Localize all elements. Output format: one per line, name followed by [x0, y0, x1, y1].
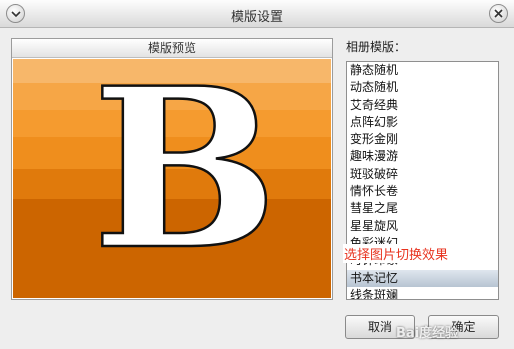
template-list-item[interactable]: 动态随机 [347, 79, 498, 96]
template-list-item[interactable]: 情怀长卷 [347, 183, 498, 200]
template-list-label: 相册模版： [346, 40, 407, 54]
template-list-item[interactable]: 彗星之尾 [347, 200, 498, 217]
preview-header: 模版预览 [12, 39, 332, 58]
template-list-item[interactable]: 趣味漫游 [347, 148, 498, 165]
watermark: Bai度经验 [396, 326, 459, 341]
preview-image: B [13, 59, 331, 298]
template-list-item[interactable]: 静态随机 [347, 62, 498, 79]
template-list-item[interactable]: 星星旋风 [347, 218, 498, 235]
close-button[interactable] [489, 4, 508, 23]
title-bar: 模版设置 [0, 0, 514, 28]
preview-letter: B [92, 59, 278, 298]
preview-letter-graphic: B [91, 59, 279, 298]
template-list-item[interactable]: 艾奇经典 [347, 97, 498, 114]
template-list-item[interactable]: 变形金刚 [347, 131, 498, 148]
template-list-item[interactable]: 线条斑斓 [347, 287, 498, 299]
dialog-content: 模版预览 B 相册模版： 静态随机 动态随机 艾奇经典 点阵幻影 变形金刚 趣味漫游 斑驳破… [0, 28, 514, 349]
preview-panel: 模版预览 B [11, 38, 333, 300]
close-icon [494, 9, 503, 18]
window-title: 模版设置 [230, 10, 283, 25]
template-list-item[interactable]: 书本记忆 [347, 269, 498, 287]
template-list-item[interactable]: 点阵幻影 [347, 114, 498, 131]
template-list[interactable]: 静态随机 动态随机 艾奇经典 点阵幻影 变形金刚 趣味漫游 斑驳破碎 情怀长卷 彗星之尾 星星旋风… [346, 61, 499, 300]
template-list-item[interactable]: 斑驳破碎 [347, 166, 498, 183]
annotation-text: 选择图片切换效果 [343, 244, 450, 263]
